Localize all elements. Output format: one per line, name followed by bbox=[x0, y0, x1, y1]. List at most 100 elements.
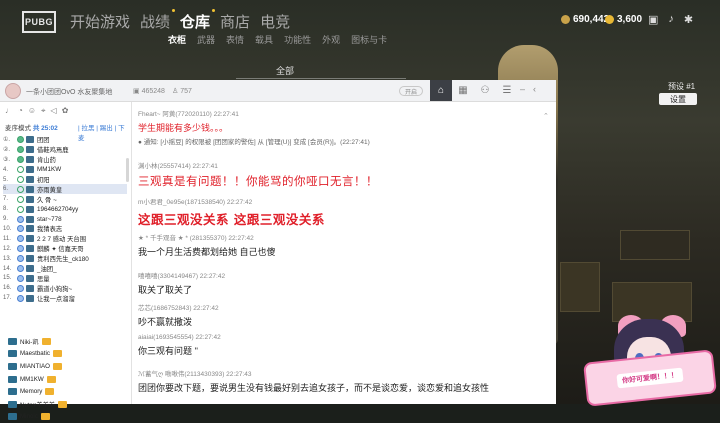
medal-icon bbox=[40, 413, 50, 421]
medal-icon bbox=[45, 388, 55, 396]
level-badge-icon bbox=[26, 294, 34, 302]
queue-row[interactable]: 6. 亦雨黄皇 bbox=[3, 184, 127, 195]
medal-icon bbox=[46, 375, 56, 383]
minimize-icon[interactable]: – bbox=[520, 84, 525, 94]
collapse-icon[interactable]: ‹ bbox=[533, 84, 536, 94]
speaker-icon[interactable]: ◔ bbox=[18, 106, 23, 116]
vip-icon bbox=[8, 388, 17, 396]
subtab-vehicles[interactable]: 载具 bbox=[255, 33, 273, 46]
mic-status-icon bbox=[17, 294, 24, 302]
gamepad-icon[interactable]: ⚇ bbox=[474, 80, 496, 101]
queue-row[interactable]: 12. 麒麟 ✦ 信嘉天哥 bbox=[3, 244, 127, 254]
tab-store[interactable]: 商店 bbox=[220, 11, 250, 32]
queue-username: 借鞋鸡焉鹿 bbox=[37, 147, 69, 155]
queue-row[interactable]: 15. 思量 bbox=[3, 273, 127, 283]
queue-rank: 15. bbox=[3, 275, 12, 282]
queue-row[interactable]: 13. 贵利西先生_ck180 bbox=[3, 254, 127, 264]
member-row[interactable]: MIANTIAO bbox=[8, 360, 128, 373]
queue-row[interactable]: 10. 我猜表志 bbox=[3, 224, 127, 234]
queue-row[interactable]: 16. 霸道小狗狗~ bbox=[3, 283, 127, 293]
g-coin-currency: 3,600 bbox=[605, 14, 642, 25]
subtab-functional[interactable]: 功能性 bbox=[284, 33, 311, 46]
queue-rank: 8. bbox=[3, 206, 9, 213]
queue-row[interactable]: ②. 借鞋鸡焉鹿 bbox=[3, 145, 127, 155]
subtab-icons-cards[interactable]: 图标与卡 bbox=[351, 33, 387, 46]
mic-status-icon bbox=[17, 185, 24, 193]
queue-username: 麒麟 ✦ 信嘉天哥 bbox=[37, 246, 84, 254]
user-icon: ♙ bbox=[172, 88, 181, 95]
queue-row[interactable]: 9. star~778 bbox=[3, 214, 127, 224]
message-text: 这跟三观没关系 这跟三观没关系 bbox=[138, 212, 325, 227]
queue-row[interactable]: ③. 肯山药 bbox=[3, 155, 127, 165]
queue-mode-value: 共 25:02 bbox=[32, 125, 58, 132]
subtab-wardrobe[interactable]: 衣柜 bbox=[168, 33, 186, 46]
mic-status-icon bbox=[17, 284, 24, 292]
gear-icon[interactable]: ✱ bbox=[684, 13, 693, 26]
queue-rank: 11. bbox=[3, 235, 11, 242]
message-sender: ★ * 千手观音 ★ * (281355370) 22:27:42 bbox=[138, 235, 254, 242]
main-tabs: 开始游戏 战绩 仓库 商店 电竞 bbox=[70, 9, 300, 32]
chat-scroll-up-icon[interactable]: ⌃ bbox=[543, 112, 549, 120]
sub-tabs: 衣柜 武器 表情 载具 功能性 外观 图标与卡 bbox=[168, 33, 387, 46]
tab-esports[interactable]: 电竞 bbox=[260, 11, 290, 32]
queue-row[interactable]: 17. 让我一点溜溜 bbox=[3, 293, 127, 303]
queue-row[interactable]: ①. 团团 bbox=[3, 135, 127, 145]
coin-icon bbox=[561, 15, 570, 24]
mic-queue-list: ①. 团团 ②. 借鞋鸡焉鹿 ③. 肯山药 4. MM1KW 5. 初阳 6. 亦雨黄皇 7. 久 骨 ~… bbox=[3, 135, 127, 303]
list-icon[interactable]: ☰ bbox=[496, 80, 518, 101]
tab-inventory[interactable]: 仓库 bbox=[180, 9, 216, 32]
member-row[interactable]: Niki-凯 bbox=[8, 335, 128, 348]
queue-rank: 5. bbox=[3, 176, 9, 183]
queue-rank: 4. bbox=[3, 166, 9, 173]
queue-row[interactable]: 14. _油团_ bbox=[3, 264, 127, 274]
people-icon[interactable]: ☺ bbox=[28, 106, 36, 116]
member-name: Maestbatic bbox=[20, 350, 50, 358]
bell-icon[interactable]: ♪ bbox=[668, 13, 674, 26]
member-name: Memory bbox=[20, 388, 43, 396]
online-members-list: Niki-凯 Maestbatic MIANTIAO MM1KW Memory Nuts♥… bbox=[8, 335, 128, 423]
level-badge-icon bbox=[26, 215, 34, 223]
queue-rank: 7. bbox=[3, 196, 9, 203]
queue-row[interactable]: 5. 初阳 bbox=[3, 175, 127, 185]
member-row[interactable]: Minoic bbox=[8, 411, 128, 423]
mic-status-icon bbox=[17, 205, 24, 213]
settings-icon[interactable]: ✿ bbox=[62, 106, 69, 116]
message-sender: 芯芯(1686752843) 22:27:42 bbox=[138, 305, 219, 312]
volume-icon[interactable]: ◁ bbox=[51, 106, 57, 116]
home-icon[interactable]: ⌂ bbox=[430, 80, 452, 101]
tab-start-game[interactable]: 开始游戏 bbox=[70, 11, 130, 32]
subtab-emotes[interactable]: 表情 bbox=[226, 33, 244, 46]
member-row[interactable]: MM1KW bbox=[8, 373, 128, 386]
subtab-appearance[interactable]: 外观 bbox=[322, 33, 340, 46]
vip-icon bbox=[8, 375, 17, 383]
vip-icon bbox=[8, 400, 17, 408]
tab-record[interactable]: 战绩 bbox=[140, 9, 176, 32]
avatar[interactable] bbox=[5, 83, 21, 99]
queue-row[interactable]: 11. 2 2 7 感动 天台围 bbox=[3, 234, 127, 244]
member-row[interactable]: Memory bbox=[8, 385, 128, 398]
message-text: 我一个月生活费都划给她 自己也傻 bbox=[138, 247, 276, 257]
user-list-scrollbar[interactable] bbox=[126, 158, 129, 182]
mic-status-icon bbox=[17, 166, 24, 174]
user-list-panel: ♩ ◔ ☺ ⌖ ◁ ✿ 麦序模式 共 25:02 | 拉黑 | 踢出 | 下麦 … bbox=[0, 102, 132, 421]
queue-row[interactable]: 4. MM1KW bbox=[3, 165, 127, 175]
location-icon[interactable]: ⌖ bbox=[41, 106, 46, 116]
mail-icon[interactable]: ▣ bbox=[648, 13, 658, 26]
member-row[interactable]: Nuts♥羊羊羊 bbox=[8, 398, 128, 411]
chat-message-area: Fheart~ 阿黄(772020110) 22:27:41 学生期能有多少钱。。… bbox=[136, 106, 544, 404]
member-row[interactable]: Maestbatic bbox=[8, 348, 128, 361]
queue-row[interactable]: 8. 1964662704yy bbox=[3, 204, 127, 214]
level-badge-icon bbox=[26, 166, 34, 174]
level-badge-icon bbox=[26, 185, 34, 193]
queue-username: 肯山药 bbox=[37, 157, 56, 165]
message-sender: 嘻嘻嘻(3304149467) 22:27:42 bbox=[138, 273, 226, 280]
fan-count: ♙ 757 bbox=[172, 87, 192, 95]
settings-button[interactable]: 设置 bbox=[659, 93, 697, 105]
subtab-weapons[interactable]: 武器 bbox=[197, 33, 215, 46]
filter-all[interactable]: 全部 bbox=[276, 64, 294, 77]
mic-icon[interactable]: ♩ bbox=[5, 106, 13, 116]
grid-icon[interactable]: ▦ bbox=[452, 80, 474, 101]
overlay-header: 一条小团团OvO 水友聚集地 ▣ 465248 ♙ 757 开启 ⌂ ▦ ⚇ ☰… bbox=[0, 80, 556, 102]
queue-row[interactable]: 7. 久 骨 ~ bbox=[3, 194, 127, 204]
live-toggle[interactable]: 开启 bbox=[399, 86, 423, 96]
